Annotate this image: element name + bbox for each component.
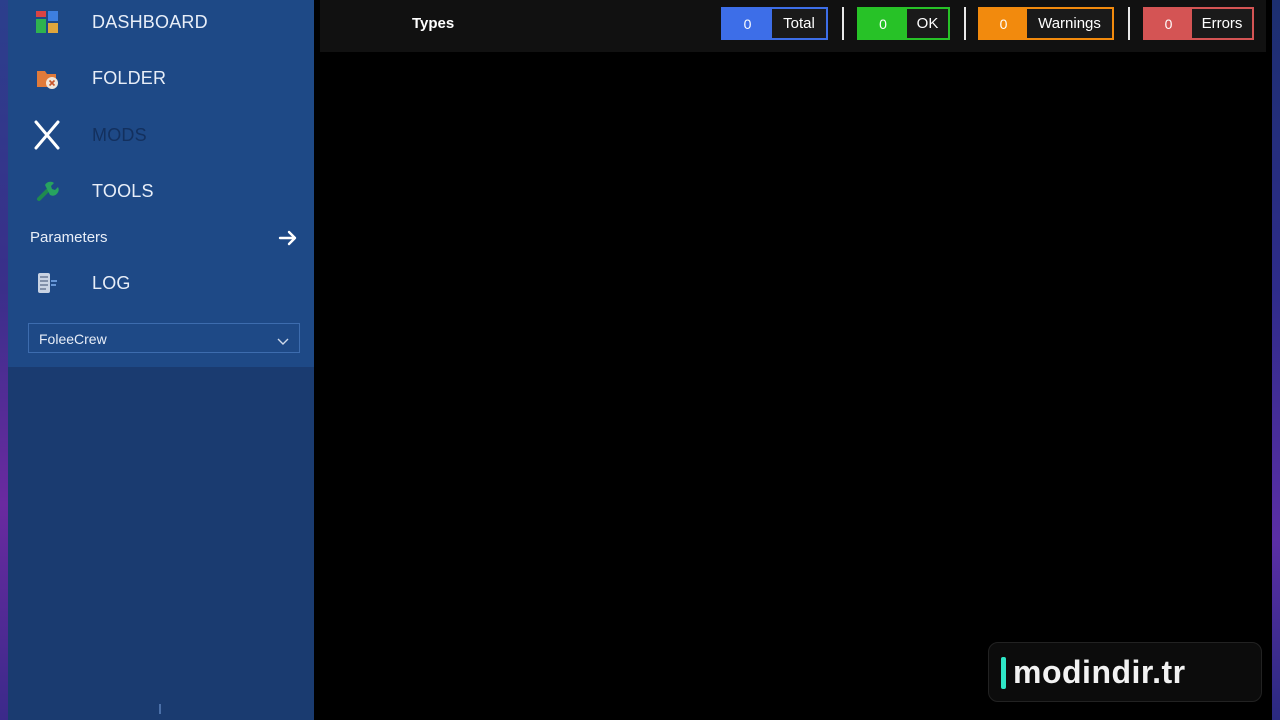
parameters-label: Parameters: [30, 229, 108, 246]
errors-counter[interactable]: 0 Errors: [1143, 7, 1254, 40]
errors-label: Errors: [1192, 9, 1252, 38]
watermark-text: modindir.tr: [1013, 654, 1186, 690]
profile-select-value: FoleeCrew: [39, 331, 107, 347]
sidebar-item-label: LOG: [92, 272, 131, 293]
sidebar-item-folder[interactable]: FOLDER: [8, 53, 314, 103]
sidebar-item-log[interactable]: LOG: [8, 258, 314, 308]
sidebar-item-label: DASHBOARD: [92, 11, 208, 32]
watermark: modindir.tr: [988, 642, 1262, 702]
arrow-right-icon[interactable]: [278, 229, 298, 247]
warnings-count: 0: [980, 9, 1027, 38]
profile-select[interactable]: FoleeCrew: [28, 323, 300, 353]
sidebar-item-label: TOOLS: [92, 180, 154, 201]
desktop-wallpaper-left: [0, 0, 8, 720]
parameters-row[interactable]: Parameters: [8, 222, 314, 254]
sidebar-item-mods[interactable]: MODS: [8, 110, 314, 160]
warnings-label: Warnings: [1027, 9, 1112, 38]
log-icon: [32, 268, 62, 298]
total-counter[interactable]: 0 Total: [721, 7, 828, 40]
content-area: [320, 52, 1266, 720]
chevron-down-icon: [277, 333, 289, 345]
sidebar-item-dashboard[interactable]: DASHBOARD: [8, 0, 314, 47]
close-x-icon: [32, 120, 62, 150]
sidebar-item-tools[interactable]: TOOLS: [8, 166, 314, 216]
errors-count: 0: [1145, 9, 1192, 38]
warnings-counter[interactable]: 0 Warnings: [978, 7, 1114, 40]
counter-separator: [964, 7, 966, 40]
sidebar-item-label: MODS: [92, 124, 147, 145]
sidebar: DASHBOARD FOLDER MODS TOOLS Parameters L…: [8, 0, 314, 720]
dashboard-icon: [32, 7, 62, 37]
app-window: DASHBOARD FOLDER MODS TOOLS Parameters L…: [8, 0, 1272, 720]
total-label: Total: [772, 9, 826, 38]
types-bar: Types 0 Total 0 OK 0 Warnings 0 Errors: [320, 0, 1266, 52]
counter-separator: [842, 7, 844, 40]
ok-count: 0: [859, 9, 907, 38]
types-label: Types: [412, 15, 455, 32]
total-count: 0: [723, 9, 772, 38]
scroll-handle[interactable]: [159, 704, 161, 714]
sidebar-item-label: FOLDER: [92, 67, 167, 88]
ok-label: OK: [907, 9, 948, 38]
tools-icon: [32, 176, 62, 206]
desktop-wallpaper-right: [1272, 0, 1280, 720]
folder-icon: [32, 63, 62, 93]
watermark-accent: [1001, 657, 1006, 689]
ok-counter[interactable]: 0 OK: [857, 7, 950, 40]
counter-separator: [1128, 7, 1130, 40]
